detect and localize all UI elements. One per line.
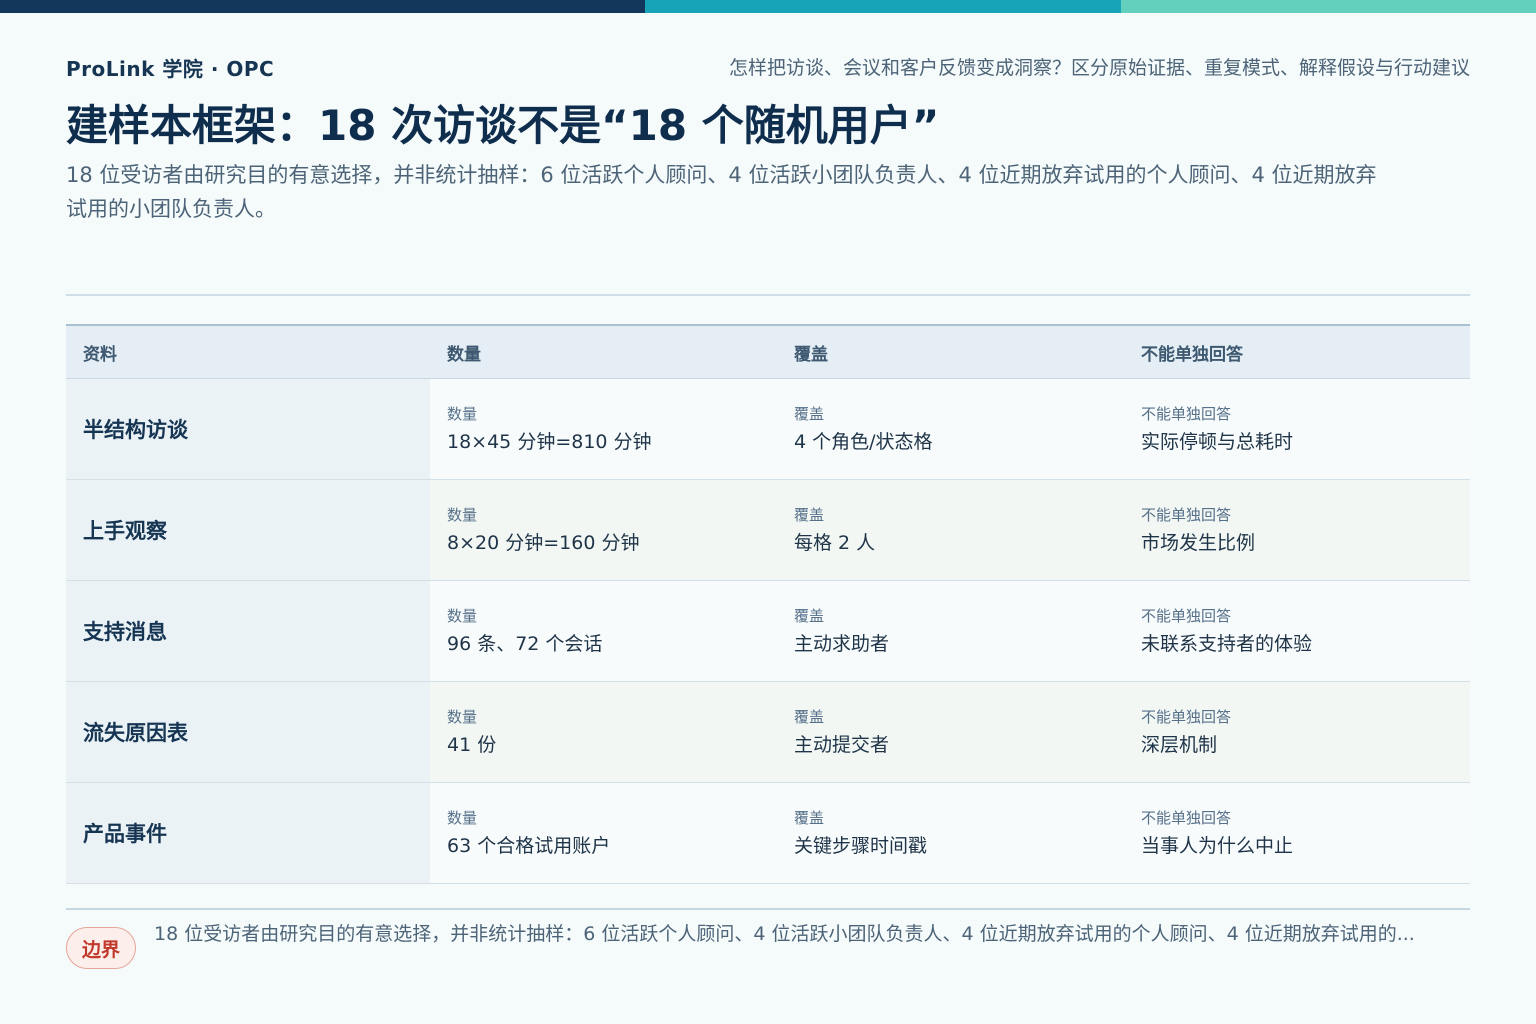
coverage-cell: 覆盖 主动求助者 <box>777 581 1124 681</box>
cell-label: 不能单独回答 <box>1141 405 1232 423</box>
page-subtitle: 18 位受访者由研究目的有意选择，并非统计抽样：6 位活跃个人顾问、4 位活跃小… <box>66 163 1377 221</box>
cell-value: 41 份 <box>447 734 497 756</box>
cell-value: 关键步骤时间戳 <box>794 835 928 857</box>
cell-label: 数量 <box>447 809 478 827</box>
cell-label: 不能单独回答 <box>1141 607 1232 625</box>
cell-value: 市场发生比例 <box>1141 532 1256 554</box>
guiding-question: 怎样把访谈、会议和客户反馈变成洞察？区分原始证据、重复模式、解释假设与行动建议 <box>728 57 1470 79</box>
cell-label: 不能单独回答 <box>1141 506 1232 524</box>
row-header: 半结构访谈 <box>66 379 430 479</box>
limitation-cell: 不能单独回答 当事人为什么中止 <box>1124 783 1470 883</box>
header-divider <box>66 294 1470 296</box>
cell-label: 数量 <box>447 607 478 625</box>
cell-value: 主动求助者 <box>794 633 890 655</box>
boundary-note: 18 位受访者由研究目的有意选择，并非统计抽样：6 位活跃个人顾问、4 位活跃小… <box>154 923 1415 945</box>
cell-label: 覆盖 <box>794 506 825 524</box>
boundary-badge: 边界 <box>66 927 136 969</box>
table-header: 资料 数量 覆盖 不能单独回答 <box>66 326 1470 379</box>
limitation-cell: 不能单独回答 市场发生比例 <box>1124 480 1470 580</box>
page-title: 建样本框架：18 次访谈不是“18 个随机用户” <box>66 101 940 150</box>
quantity-cell: 数量 8×20 分钟=160 分钟 <box>430 480 777 580</box>
accent-segment-mint <box>1121 0 1536 13</box>
cell-label: 覆盖 <box>794 607 825 625</box>
row-header: 上手观察 <box>66 480 430 580</box>
footer-divider <box>66 908 1470 910</box>
cell-value: 18×45 分钟=810 分钟 <box>447 431 652 453</box>
row-header: 支持消息 <box>66 581 430 681</box>
table-row: 上手观察 数量 8×20 分钟=160 分钟 覆盖 每格 2 人 不能单独回答 … <box>66 480 1470 581</box>
coverage-cell: 覆盖 每格 2 人 <box>777 480 1124 580</box>
cell-value: 每格 2 人 <box>794 532 876 554</box>
top-accent-bar <box>0 0 1536 13</box>
quantity-cell: 数量 41 份 <box>430 682 777 782</box>
sample-frame-table: 资料 数量 覆盖 不能单独回答 半结构访谈 数量 18×45 分钟=810 分钟… <box>66 324 1470 884</box>
cell-value: 未联系支持者的体验 <box>1141 633 1313 655</box>
row-header: 流失原因表 <box>66 682 430 782</box>
limitation-cell: 不能单独回答 实际停顿与总耗时 <box>1124 379 1470 479</box>
cell-value: 主动提交者 <box>794 734 890 756</box>
cell-label: 覆盖 <box>794 405 825 423</box>
quantity-cell: 数量 18×45 分钟=810 分钟 <box>430 379 777 479</box>
cell-label: 不能单独回答 <box>1141 809 1232 827</box>
table-row: 半结构访谈 数量 18×45 分钟=810 分钟 覆盖 4 个角色/状态格 不能… <box>66 379 1470 480</box>
cell-value: 96 条、72 个会话 <box>447 633 603 655</box>
quantity-cell: 数量 96 条、72 个会话 <box>430 581 777 681</box>
accent-segment-teal <box>645 0 1121 13</box>
cell-label: 覆盖 <box>794 708 825 726</box>
row-header: 产品事件 <box>66 783 430 883</box>
cell-value: 深层机制 <box>1141 734 1218 756</box>
cell-label: 不能单独回答 <box>1141 708 1232 726</box>
cell-value: 4 个角色/状态格 <box>794 431 933 453</box>
cell-label: 数量 <box>447 506 478 524</box>
cell-value: 8×20 分钟=160 分钟 <box>447 532 640 554</box>
limitation-cell: 不能单独回答 深层机制 <box>1124 682 1470 782</box>
coverage-cell: 覆盖 4 个角色/状态格 <box>777 379 1124 479</box>
cell-value: 实际停顿与总耗时 <box>1141 431 1294 453</box>
cell-label: 数量 <box>447 708 478 726</box>
cell-label: 覆盖 <box>794 809 825 827</box>
column-header-limitation: 不能单独回答 <box>1141 344 1243 365</box>
brand-label: ProLink 学院 · OPC <box>66 57 275 81</box>
cell-value: 63 个合格试用账户 <box>447 835 611 857</box>
column-header-source: 资料 <box>83 344 117 365</box>
column-header-coverage: 覆盖 <box>794 344 828 365</box>
table-row: 支持消息 数量 96 条、72 个会话 覆盖 主动求助者 不能单独回答 未联系支… <box>66 581 1470 682</box>
cell-label: 数量 <box>447 405 478 423</box>
coverage-cell: 覆盖 主动提交者 <box>777 682 1124 782</box>
limitation-cell: 不能单独回答 未联系支持者的体验 <box>1124 581 1470 681</box>
cell-value: 当事人为什么中止 <box>1141 835 1294 857</box>
column-header-quantity: 数量 <box>447 344 481 365</box>
accent-segment-navy <box>0 0 645 13</box>
table-row: 流失原因表 数量 41 份 覆盖 主动提交者 不能单独回答 深层机制 <box>66 682 1470 783</box>
coverage-cell: 覆盖 关键步骤时间戳 <box>777 783 1124 883</box>
table-row: 产品事件 数量 63 个合格试用账户 覆盖 关键步骤时间戳 不能单独回答 当事人… <box>66 783 1470 884</box>
quantity-cell: 数量 63 个合格试用账户 <box>430 783 777 883</box>
